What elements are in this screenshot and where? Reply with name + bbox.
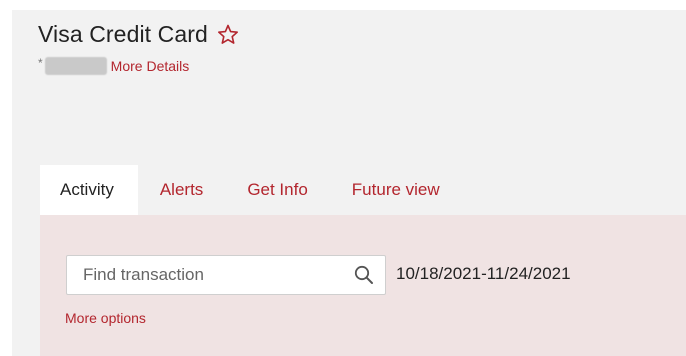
account-mask-prefix: * bbox=[38, 56, 43, 70]
tab-bar: Activity Alerts Get Info Future view bbox=[40, 165, 462, 215]
account-subline: * More Details bbox=[38, 56, 189, 76]
date-range-display[interactable]: 10/18/2021-11/24/2021 bbox=[396, 264, 571, 284]
favorite-star-icon[interactable] bbox=[216, 23, 240, 47]
account-header: Visa Credit Card bbox=[38, 21, 240, 48]
masked-account-number bbox=[44, 57, 107, 75]
account-title: Visa Credit Card bbox=[38, 21, 208, 47]
search-input[interactable] bbox=[67, 257, 353, 293]
search-icon[interactable] bbox=[353, 264, 375, 286]
more-details-link[interactable]: More Details bbox=[111, 58, 190, 74]
more-options-link[interactable]: More options bbox=[65, 310, 146, 326]
tab-future-view[interactable]: Future view bbox=[330, 165, 462, 215]
tab-get-info[interactable]: Get Info bbox=[225, 165, 329, 215]
search-box bbox=[66, 255, 386, 295]
tab-activity[interactable]: Activity bbox=[40, 165, 138, 215]
tab-alerts[interactable]: Alerts bbox=[138, 165, 225, 215]
